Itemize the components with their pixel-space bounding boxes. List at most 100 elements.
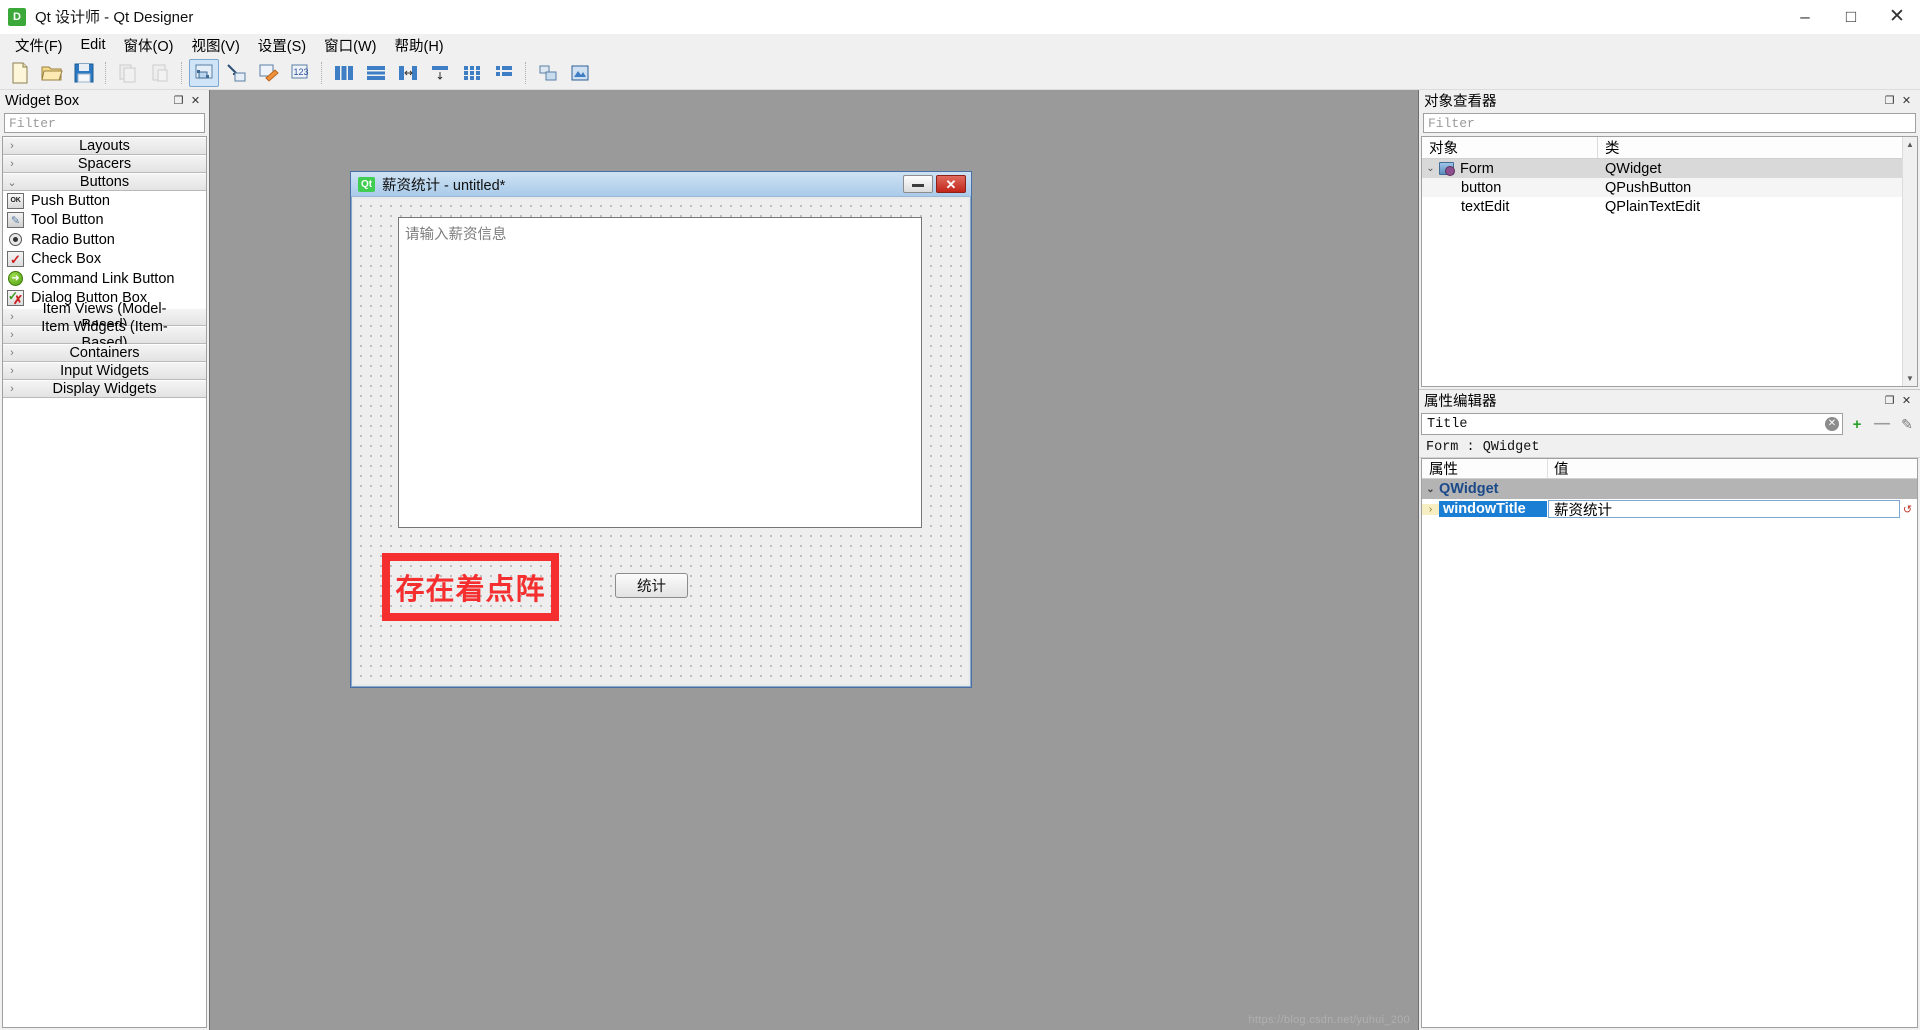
scroll-down-icon[interactable]: ▼ <box>1902 371 1917 386</box>
column-header-property-label: 属性 <box>1429 462 1458 478</box>
class-name: QPushButton <box>1605 179 1692 196</box>
float-icon[interactable]: ❐ <box>1882 393 1897 408</box>
widget-item-label: Command Link Button <box>31 270 175 287</box>
close-icon[interactable]: ✕ <box>188 93 203 108</box>
layout-splitter-h-icon[interactable] <box>393 59 423 87</box>
menu-window[interactable]: 窗口(W) <box>315 33 385 58</box>
close-icon[interactable]: ✕ <box>1899 93 1914 108</box>
form-statistics-button[interactable]: 统计 <box>615 573 688 598</box>
table-row[interactable]: textEdit QPlainTextEdit <box>1422 197 1917 216</box>
windowtitle-value-input[interactable]: 薪资统计 <box>1548 500 1900 519</box>
right-dock-column: 对象查看器 ❐ ✕ Filter 对象 类 ⌄ Form QWidget but… <box>1418 90 1920 1030</box>
category-item-widgets[interactable]: › Item Widgets (Item-Based) <box>3 319 206 351</box>
configure-button[interactable]: ✎ <box>1896 413 1918 435</box>
category-buttons[interactable]: ⌄ Buttons <box>3 173 206 191</box>
layout-vertical-icon[interactable] <box>361 59 391 87</box>
svg-text:123: 123 <box>293 67 308 77</box>
category-containers[interactable]: › Containers <box>3 344 206 362</box>
widget-item-push-button[interactable]: OK Push Button <box>3 191 206 211</box>
widget-item-label: Check Box <box>31 251 102 268</box>
plain-text-edit[interactable]: 请输入薪资信息 <box>398 217 922 528</box>
plain-text-edit-placeholder: 请输入薪资信息 <box>405 227 507 243</box>
layout-grid-icon[interactable] <box>457 59 487 87</box>
property-value-cell[interactable]: 薪资统计 ↺ <box>1547 499 1917 519</box>
menu-form[interactable]: 窗体(O) <box>115 33 183 58</box>
chevron-right-icon: › <box>10 365 14 377</box>
scroll-up-icon[interactable]: ▲ <box>1902 137 1917 152</box>
property-filter-input[interactable]: Title ✕ <box>1421 413 1843 435</box>
new-file-icon[interactable] <box>5 59 35 87</box>
form-minimize-button[interactable] <box>903 175 933 193</box>
object-name: Form <box>1460 160 1494 177</box>
object-inspector-tree[interactable]: 对象 类 ⌄ Form QWidget button QPushButton t… <box>1421 136 1918 387</box>
chevron-down-icon[interactable]: ⌄ <box>1422 484 1439 495</box>
menu-edit[interactable]: Edit <box>72 35 115 55</box>
menu-view[interactable]: 视图(V) <box>182 33 248 58</box>
minimize-button[interactable]: – <box>1782 0 1828 34</box>
chevron-right-icon: › <box>10 329 14 341</box>
category-input-widgets[interactable]: › Input Widgets <box>3 362 206 380</box>
adjust-size-icon[interactable] <box>565 59 595 87</box>
object-inspector-filter-input[interactable]: Filter <box>1423 113 1916 133</box>
object-cell: button <box>1422 180 1598 196</box>
edit-signals-icon[interactable] <box>221 59 251 87</box>
edit-widgets-icon[interactable] <box>189 58 219 87</box>
property-editor-dock-buttons: ❐ ✕ <box>1882 393 1920 408</box>
widget-item-command-link-button[interactable]: ➜ Command Link Button <box>3 269 206 289</box>
property-group-qwidget[interactable]: ⌄ QWidget <box>1422 479 1917 499</box>
app-logo-icon: D <box>8 7 26 26</box>
maximize-button[interactable]: □ <box>1828 0 1874 34</box>
edit-tab-order-icon[interactable]: 123 <box>285 59 315 87</box>
edit-buddies-icon[interactable] <box>253 59 283 87</box>
close-button[interactable]: ✕ <box>1874 0 1920 34</box>
layout-horizontal-icon[interactable] <box>329 59 359 87</box>
menu-file[interactable]: 文件(F) <box>6 33 72 58</box>
category-label: Input Widgets <box>60 363 149 379</box>
widget-item-tool-button[interactable]: ✎ Tool Button <box>3 210 206 230</box>
copy-icon[interactable] <box>113 59 143 87</box>
clear-icon[interactable]: ✕ <box>1825 417 1839 431</box>
widget-item-check-box[interactable]: ✓ Check Box <box>3 249 206 269</box>
float-icon[interactable]: ❐ <box>171 93 186 108</box>
widget-item-radio-button[interactable]: Radio Button <box>3 230 206 250</box>
category-display-widgets[interactable]: › Display Widgets <box>3 380 206 398</box>
widget-box-list[interactable]: › Layouts › Spacers ⌄ Buttons OK Push Bu… <box>2 136 207 1028</box>
design-canvas[interactable]: Qt 薪资统计 - untitled* ✕ 请输入薪资信息 存在着点阵 统计 h… <box>210 90 1418 1030</box>
annotation-text: 存在着点阵 <box>395 572 546 606</box>
add-property-button[interactable]: + <box>1846 413 1868 435</box>
paste-icon[interactable] <box>145 59 175 87</box>
object-name: button <box>1461 179 1502 196</box>
close-icon[interactable]: ✕ <box>1899 393 1914 408</box>
table-row[interactable]: button QPushButton <box>1422 178 1917 197</box>
property-table-header: 属性 值 <box>1422 459 1917 479</box>
window-titlebar: D Qt 设计师 - Qt Designer – □ ✕ <box>0 0 1920 34</box>
form-canvas-body[interactable]: 请输入薪资信息 存在着点阵 统计 <box>354 199 968 684</box>
menu-help[interactable]: 帮助(H) <box>385 33 452 58</box>
category-layouts[interactable]: › Layouts <box>3 137 206 155</box>
chevron-down-icon[interactable]: ⌄ <box>1422 163 1439 174</box>
form-titlebar[interactable]: Qt 薪资统计 - untitled* ✕ <box>351 172 971 197</box>
category-spacers[interactable]: › Spacers <box>3 155 206 173</box>
qt-logo-icon: Qt <box>358 176 375 192</box>
layout-form-icon[interactable] <box>489 59 519 87</box>
toolbar-separator-2 <box>181 61 183 84</box>
layout-splitter-v-icon[interactable] <box>425 59 455 87</box>
save-icon[interactable] <box>69 59 99 87</box>
category-label: Buttons <box>79 174 130 190</box>
object-inspector-dock-buttons: ❐ ✕ <box>1882 93 1920 108</box>
remove-property-button[interactable]: — <box>1871 413 1893 435</box>
break-layout-icon[interactable] <box>533 59 563 87</box>
reset-property-icon[interactable]: ↺ <box>1901 503 1914 516</box>
category-label: Layouts <box>79 138 130 154</box>
form-close-button[interactable]: ✕ <box>936 175 966 193</box>
chevron-right-icon[interactable]: › <box>1422 503 1439 515</box>
form-window[interactable]: Qt 薪资统计 - untitled* ✕ 请输入薪资信息 存在着点阵 统计 <box>350 171 972 688</box>
open-folder-icon[interactable] <box>37 59 67 87</box>
float-icon[interactable]: ❐ <box>1882 93 1897 108</box>
vertical-scrollbar[interactable]: ▲ ▼ <box>1902 137 1917 386</box>
widget-box-filter-input[interactable]: Filter <box>4 113 205 133</box>
property-table[interactable]: 属性 值 ⌄ QWidget › windowTitle 薪资统计 ↺ <box>1421 458 1918 1028</box>
property-row-windowtitle[interactable]: › windowTitle 薪资统计 ↺ <box>1422 499 1917 519</box>
table-row[interactable]: ⌄ Form QWidget <box>1422 159 1917 178</box>
menu-settings[interactable]: 设置(S) <box>249 33 315 58</box>
